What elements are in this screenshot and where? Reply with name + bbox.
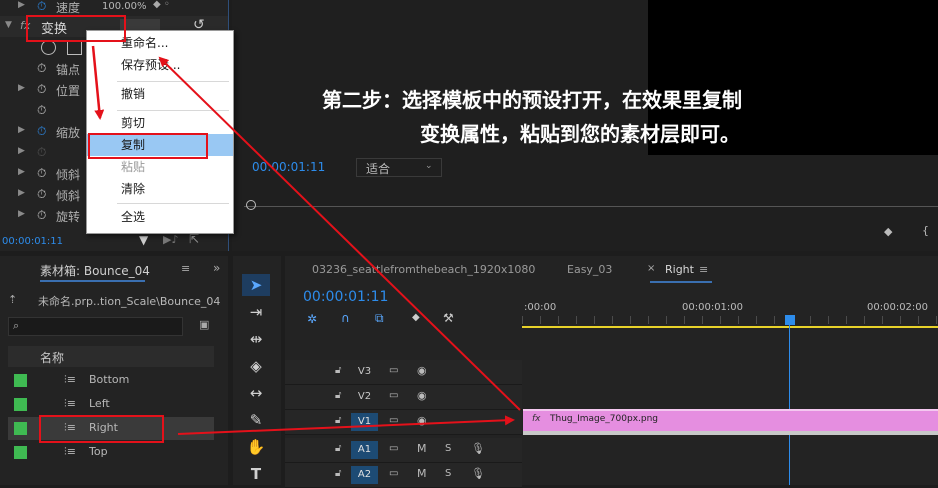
arrow-clip-to-menu [158, 56, 521, 411]
arrow-transform-to-copy [91, 45, 105, 120]
annotation-arrows [91, 45, 521, 435]
arrow-right-to-clip [177, 415, 515, 435]
